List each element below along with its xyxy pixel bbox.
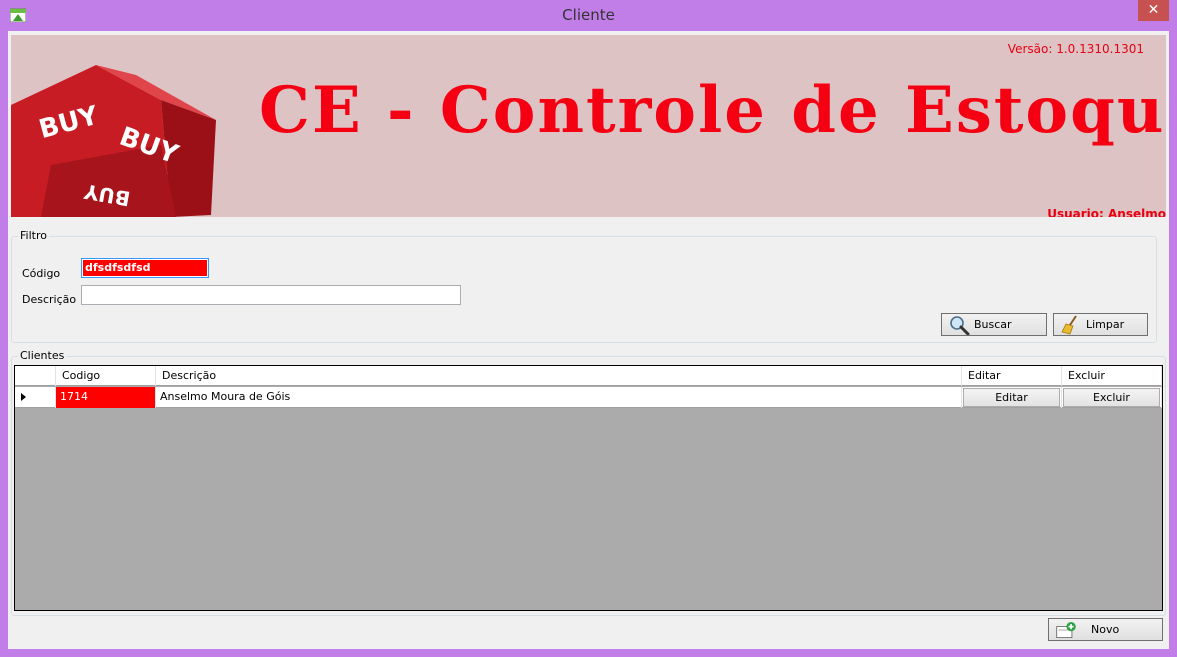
descricao-label: Descrição	[22, 293, 77, 306]
codigo-input-value: dfsdfsdfsd	[83, 260, 207, 276]
window-title: Cliente	[562, 6, 615, 24]
column-header-codigo[interactable]: Codigo	[56, 366, 156, 386]
cell-codigo[interactable]: 1714	[56, 387, 156, 408]
row-header-corner	[15, 366, 56, 386]
cell-excluir: Excluir	[1062, 387, 1162, 408]
row-header[interactable]	[15, 387, 56, 408]
buscar-button[interactable]: Buscar	[941, 313, 1047, 336]
editar-button[interactable]: Editar	[963, 388, 1060, 407]
version-label: Versão: 1.0.1310.1301	[1007, 42, 1144, 56]
title-bar: Cliente ✕	[0, 0, 1177, 31]
form-body: BUY BUY BUY Versão: 1.0.1310.1301 CE - C…	[8, 31, 1169, 649]
header-banner: BUY BUY BUY Versão: 1.0.1310.1301 CE - C…	[11, 35, 1166, 217]
current-row-arrow-icon	[21, 393, 26, 401]
clients-group-title: Clientes	[18, 349, 67, 362]
excluir-button[interactable]: Excluir	[1063, 388, 1160, 407]
magnifier-icon	[950, 316, 970, 335]
column-header-excluir[interactable]: Excluir	[1062, 366, 1162, 386]
codigo-label: Código	[22, 267, 61, 280]
limpar-label: Limpar	[1086, 318, 1125, 331]
cell-descricao[interactable]: Anselmo Moura de Góis	[156, 387, 962, 408]
column-header-editar[interactable]: Editar	[962, 366, 1062, 386]
table-row[interactable]: 1714 Anselmo Moura de Góis Editar Exclui…	[15, 387, 1162, 408]
filter-group-title: Filtro	[18, 229, 49, 242]
grid-header: Codigo Descrição Editar Excluir	[15, 366, 1162, 386]
column-header-descricao[interactable]: Descrição	[156, 366, 962, 386]
close-button[interactable]: ✕	[1138, 0, 1169, 21]
limpar-button[interactable]: Limpar	[1053, 313, 1148, 336]
descricao-input[interactable]	[81, 285, 461, 305]
buy-cube-logo: BUY BUY BUY	[11, 65, 216, 217]
buscar-label: Buscar	[974, 318, 1012, 331]
codigo-input[interactable]: dfsdfsdfsd	[81, 258, 209, 278]
novo-button[interactable]: Novo	[1048, 618, 1163, 641]
user-label: Usuario: Anselmo	[1047, 207, 1166, 217]
broom-icon	[1061, 315, 1077, 335]
app-title: CE - Controle de Estoque	[259, 73, 1166, 148]
clients-grid[interactable]: Codigo Descrição Editar Excluir 1714 Ans…	[14, 365, 1163, 611]
novo-label: Novo	[1091, 623, 1120, 636]
new-document-icon	[1056, 621, 1076, 639]
cell-editar: Editar	[962, 387, 1062, 408]
